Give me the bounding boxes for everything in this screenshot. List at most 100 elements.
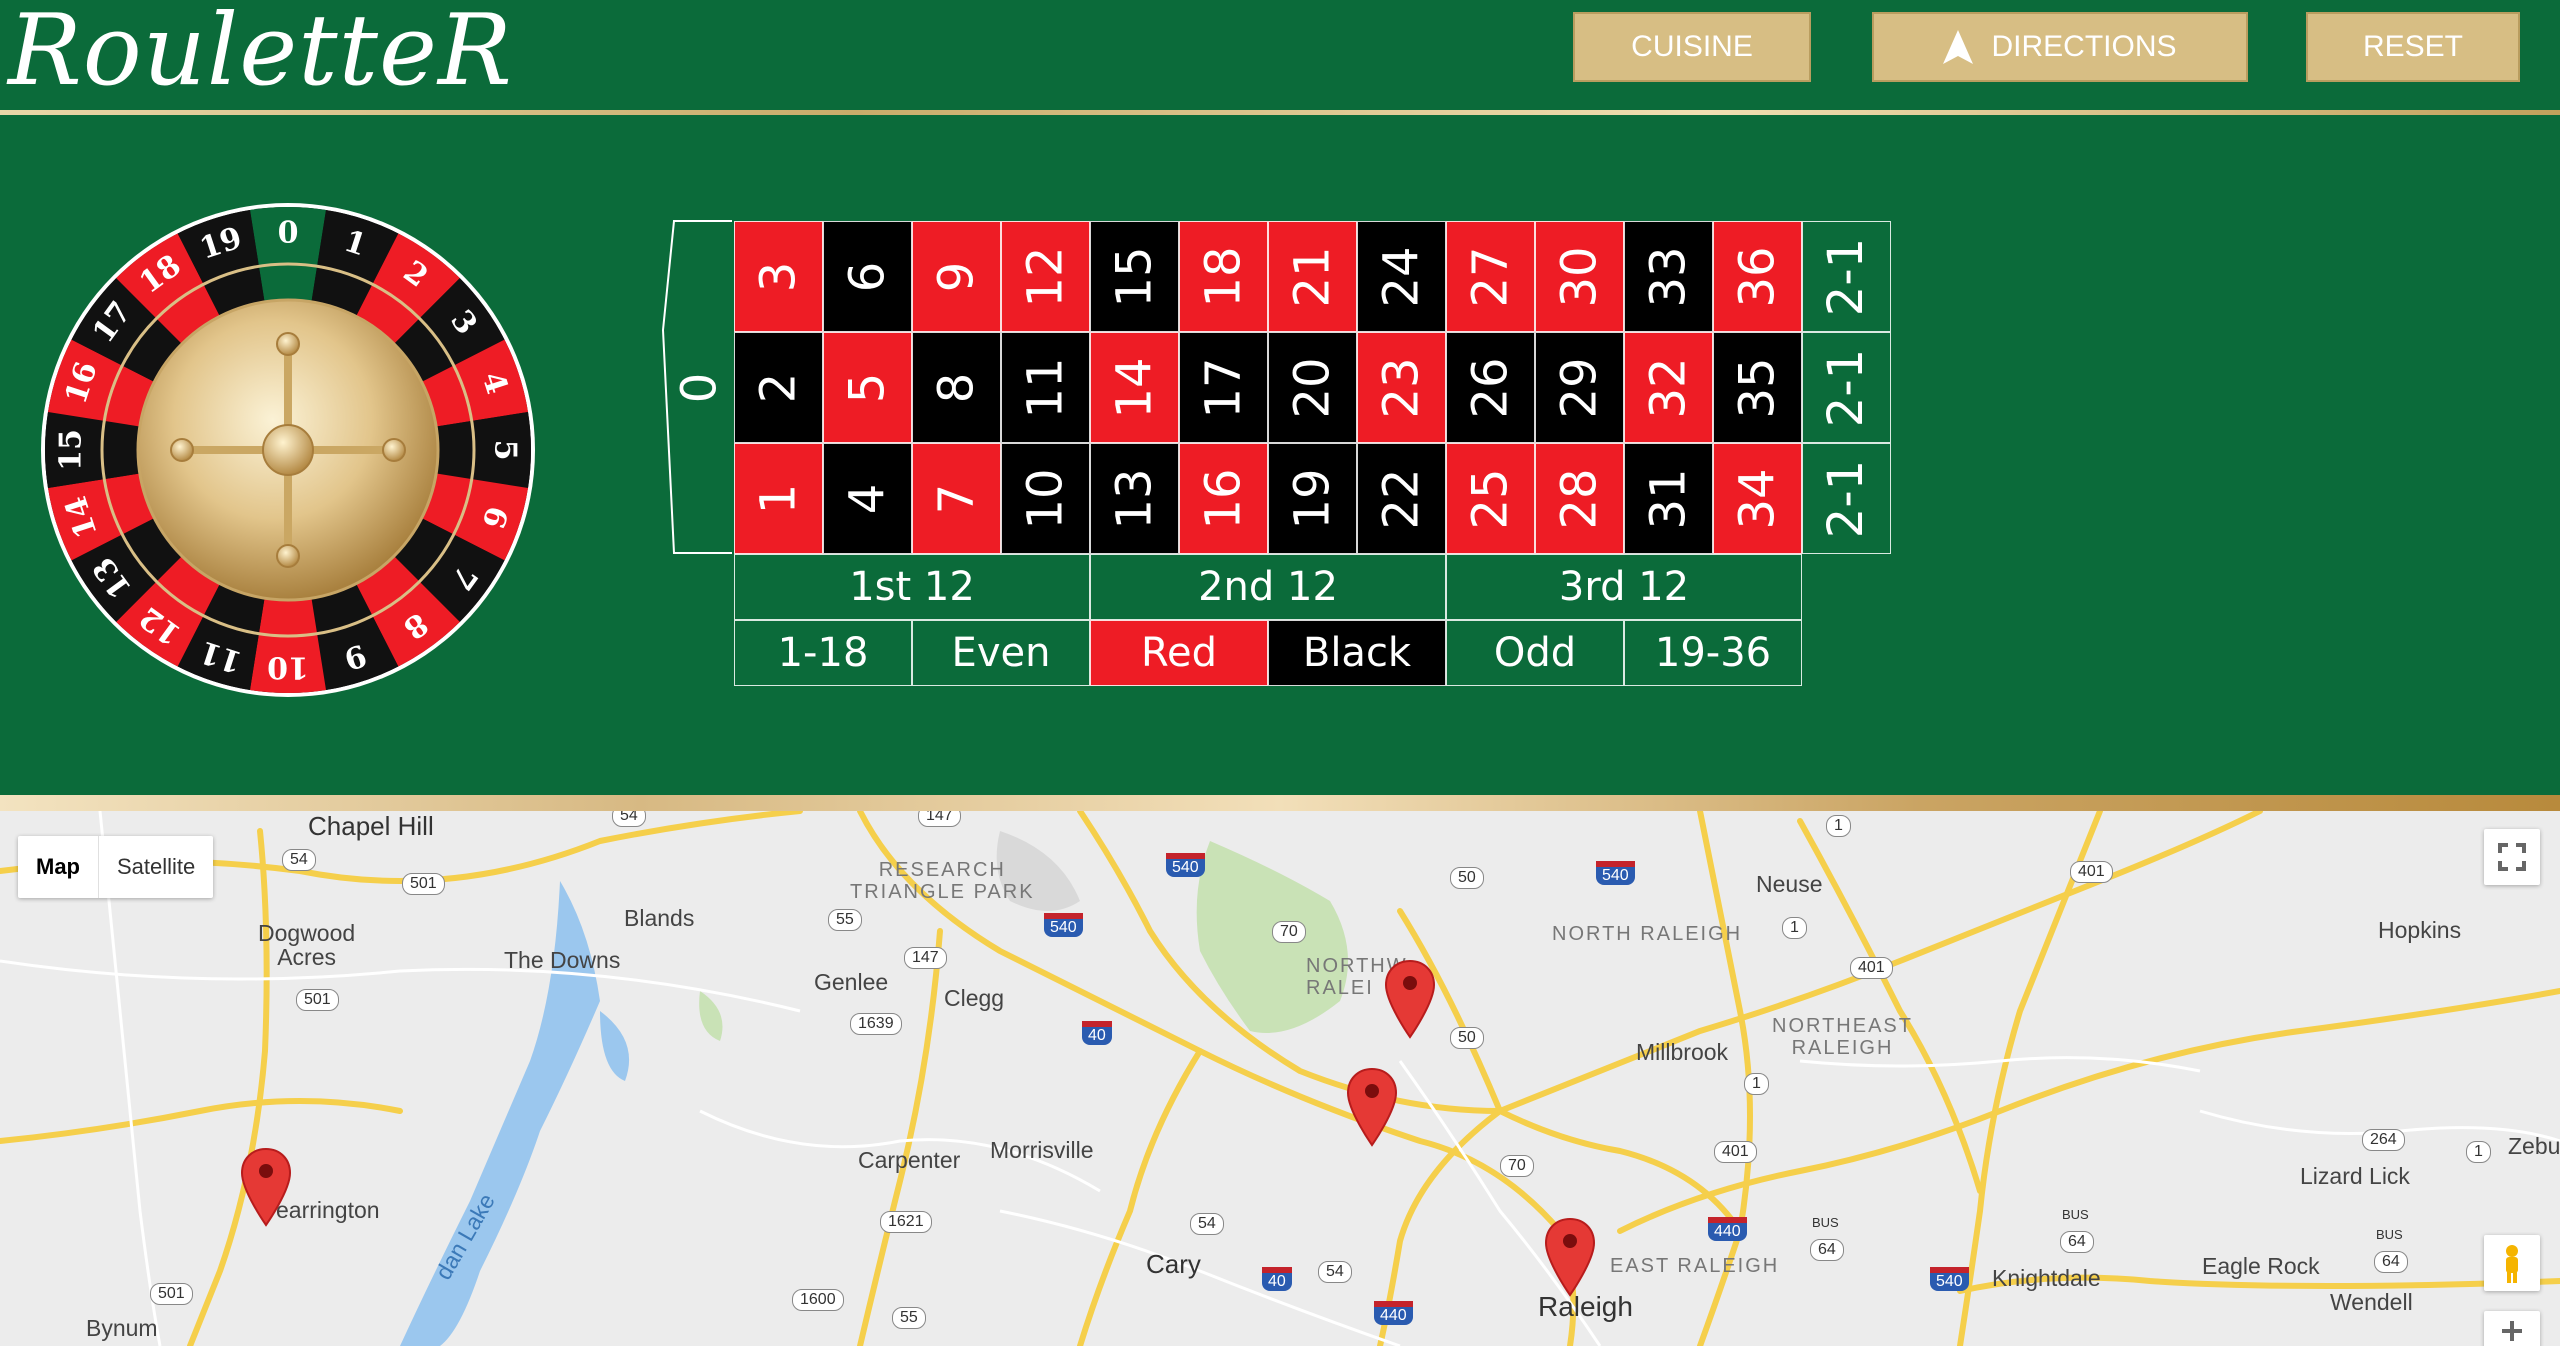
route-shield: 64 — [2060, 1231, 2094, 1253]
bet-number-18[interactable]: 18 — [1179, 221, 1268, 332]
roulette-wheel[interactable]: 0 12345678910111213141516171819 — [40, 202, 536, 698]
bet-outside-even[interactable]: Even — [912, 620, 1090, 686]
bet-outside-1-18[interactable]: 1-18 — [734, 620, 912, 686]
bus-route-label: BUS — [2376, 1227, 2403, 1242]
interstate-shield: 40 — [1262, 1267, 1292, 1291]
bet-number-27-label: 27 — [1462, 245, 1519, 308]
bet-number-31-label: 31 — [1640, 467, 1697, 530]
bet-number-23[interactable]: 23 — [1357, 332, 1446, 443]
route-shield: 147 — [918, 811, 961, 827]
bet-dozen-1[interactable]: 1st 12 — [734, 554, 1090, 620]
bet-number-32[interactable]: 32 — [1624, 332, 1713, 443]
map-label-cary: Cary — [1146, 1249, 1201, 1279]
map-label-blands: Blands — [624, 905, 695, 931]
route-shield: 54 — [1190, 1213, 1224, 1235]
route-shield: 401 — [1714, 1141, 1757, 1163]
bet-number-11[interactable]: 11 — [1001, 332, 1090, 443]
bet-zero[interactable]: 0 — [664, 221, 734, 554]
bet-number-27[interactable]: 27 — [1446, 221, 1535, 332]
bet-column-1[interactable]: 2-1 — [1802, 443, 1891, 554]
bet-number-20[interactable]: 20 — [1268, 332, 1357, 443]
reset-button[interactable]: RESET — [2306, 12, 2520, 82]
bet-number-34[interactable]: 34 — [1713, 443, 1802, 554]
map-label-bynum: Bynum — [86, 1315, 158, 1341]
bet-number-14[interactable]: 14 — [1090, 332, 1179, 443]
bet-number-17-label: 17 — [1195, 356, 1252, 419]
zoom-in-button[interactable] — [2484, 1311, 2540, 1346]
route-shield: 50 — [1450, 867, 1484, 889]
fullscreen-button[interactable] — [2484, 829, 2540, 885]
bet-number-24[interactable]: 24 — [1357, 221, 1446, 332]
interstate-shield: 540 — [1166, 853, 1205, 877]
bet-number-12[interactable]: 12 — [1001, 221, 1090, 332]
bet-number-17[interactable]: 17 — [1179, 332, 1268, 443]
bet-number-28[interactable]: 28 — [1535, 443, 1624, 554]
bet-outside-19-36[interactable]: 19-36 — [1624, 620, 1802, 686]
route-shield: 147 — [904, 947, 947, 969]
bet-number-25[interactable]: 25 — [1446, 443, 1535, 554]
bet-number-13[interactable]: 13 — [1090, 443, 1179, 554]
bet-number-36[interactable]: 36 — [1713, 221, 1802, 332]
directions-button[interactable]: DIRECTIONS — [1872, 12, 2248, 82]
bet-number-19-label: 19 — [1284, 467, 1341, 530]
bet-number-30[interactable]: 30 — [1535, 221, 1624, 332]
interstate-shield: 540 — [1044, 913, 1083, 937]
bet-dozen-2[interactable]: 2nd 12 — [1090, 554, 1446, 620]
bet-number-16[interactable]: 16 — [1179, 443, 1268, 554]
bet-number-8[interactable]: 8 — [912, 332, 1001, 443]
bet-number-15[interactable]: 15 — [1090, 221, 1179, 332]
map-label-lizard-lick: Lizard Lick — [2300, 1163, 2410, 1189]
wheel-number: 0 — [278, 216, 299, 251]
bet-number-22[interactable]: 22 — [1357, 443, 1446, 554]
bet-number-10[interactable]: 10 — [1001, 443, 1090, 554]
bus-route-label: BUS — [1812, 1215, 1839, 1230]
map-marker-pin-icon[interactable] — [1346, 1067, 1398, 1147]
route-shield: 501 — [150, 1283, 193, 1305]
map-label-north-raleigh: NORTH RALEIGH — [1552, 923, 1743, 945]
cuisine-button[interactable]: CUISINE — [1573, 12, 1811, 82]
bet-dozen-3[interactable]: 3rd 12 — [1446, 554, 1802, 620]
map-marker-pin-icon[interactable] — [1544, 1217, 1596, 1297]
wheel-number: 5 — [488, 440, 523, 461]
bet-column-2[interactable]: 2-1 — [1802, 332, 1891, 443]
bet-number-26[interactable]: 26 — [1446, 332, 1535, 443]
bet-number-8-label: 8 — [928, 372, 985, 403]
bet-number-19[interactable]: 19 — [1268, 443, 1357, 554]
bet-number-4[interactable]: 4 — [823, 443, 912, 554]
bet-number-31[interactable]: 31 — [1624, 443, 1713, 554]
bet-outside-black[interactable]: Black — [1268, 620, 1446, 686]
map-type-map[interactable]: Map — [18, 836, 98, 898]
bet-number-9[interactable]: 9 — [912, 221, 1001, 332]
bet-number-3[interactable]: 3 — [734, 221, 823, 332]
bet-number-21[interactable]: 21 — [1268, 221, 1357, 332]
map-marker-pin-icon[interactable] — [1384, 959, 1436, 1039]
bet-number-14-label: 14 — [1106, 356, 1163, 419]
bet-number-7[interactable]: 7 — [912, 443, 1001, 554]
bet-number-1[interactable]: 1 — [734, 443, 823, 554]
bet-outside-odd[interactable]: Odd — [1446, 620, 1624, 686]
map-type-satellite[interactable]: Satellite — [98, 836, 213, 898]
bet-number-10-label: 10 — [1017, 467, 1074, 530]
directions-button-label: DIRECTIONS — [1991, 30, 2177, 63]
bet-number-33[interactable]: 33 — [1624, 221, 1713, 332]
app-logo: RouletteR — [8, 0, 513, 108]
map-view[interactable]: Map Satellite Chapel Hill Blands Dogwood… — [0, 811, 2560, 1346]
route-shield: 1 — [1744, 1073, 1769, 1095]
map-label-eagle-rock: Eagle Rock — [2202, 1253, 2320, 1279]
map-base — [0, 811, 2560, 1346]
street-view-pegman[interactable] — [2484, 1235, 2540, 1291]
bet-column-1-label: 2-1 — [1818, 459, 1875, 538]
bet-outside-red[interactable]: Red — [1090, 620, 1268, 686]
bet-number-6[interactable]: 6 — [823, 221, 912, 332]
bet-number-2[interactable]: 2 — [734, 332, 823, 443]
map-marker-pin-icon[interactable] — [240, 1147, 292, 1227]
bet-number-1-label: 1 — [750, 483, 807, 514]
bet-number-29-label: 29 — [1551, 356, 1608, 419]
bet-number-18-label: 18 — [1195, 245, 1252, 308]
bet-number-29[interactable]: 29 — [1535, 332, 1624, 443]
bet-number-5[interactable]: 5 — [823, 332, 912, 443]
bet-number-35[interactable]: 35 — [1713, 332, 1802, 443]
bet-column-3[interactable]: 2-1 — [1802, 221, 1891, 332]
table-divider — [0, 795, 2560, 811]
bet-number-22-label: 22 — [1373, 467, 1430, 530]
